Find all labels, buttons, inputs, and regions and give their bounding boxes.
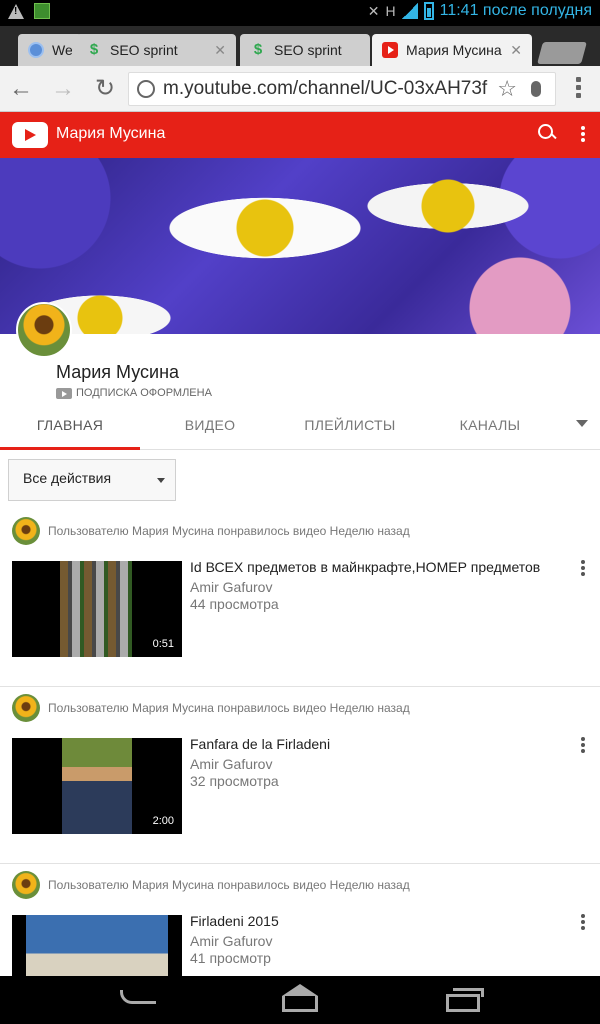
activity-feed: Пользователю Мария Мусина понравилось ви… — [0, 510, 600, 1024]
video-views: 44 просмотра — [190, 596, 279, 612]
tab-title: We — [52, 42, 72, 58]
video-options-icon[interactable] — [580, 560, 586, 580]
forward-arrow-icon[interactable]: → — [50, 76, 76, 102]
clock: 11:41 после полудня — [439, 2, 592, 19]
filter-selected-value: Все действия — [23, 470, 112, 486]
channel-avatar[interactable] — [16, 302, 72, 358]
youtube-header: Мария Мусина — [0, 112, 600, 158]
search-icon[interactable] — [536, 122, 558, 144]
tab-title: SEO sprint — [274, 42, 342, 58]
video-thumbnail[interactable]: 2:00 — [12, 738, 182, 834]
browser-tab-active[interactable]: Мария Мусина ✕ — [372, 34, 532, 66]
video-title[interactable]: Fanfara de la Firladeni — [190, 736, 330, 752]
video-thumbnail[interactable]: 0:51 — [12, 561, 182, 657]
browser-tab[interactable]: $ SEO sprint ✕ — [76, 34, 236, 66]
video-options-icon[interactable] — [580, 737, 586, 757]
signal-icon — [401, 3, 418, 19]
back-arrow-icon[interactable]: ← — [8, 76, 34, 102]
seo-sprint-icon: $ — [89, 41, 99, 58]
activity-text: Пользователю Мария Мусина понравилось ви… — [48, 878, 410, 892]
channel-banner — [0, 158, 600, 334]
subscription-status[interactable]: ПОДПИСКА ОФОРМЛЕНА — [56, 387, 212, 399]
video-channel[interactable]: Amir Gafurov — [190, 579, 272, 595]
tab-playlists[interactable]: ПЛЕЙЛИСТЫ — [280, 402, 420, 450]
feed-item: Пользователю Мария Мусина понравилось ви… — [0, 687, 600, 864]
browser-tab-strip: We $ SEO sprint ✕ $ SEO sprint Мария Мус… — [0, 26, 600, 66]
avatar[interactable] — [12, 871, 40, 899]
channel-name: Мария Мусина — [56, 362, 180, 382]
youtube-logo-icon[interactable] — [12, 122, 48, 148]
video-views: 41 просмотр — [190, 950, 271, 966]
app-notification-icon — [34, 3, 50, 19]
video-title[interactable]: Id ВСЕХ предметов в майнкрафте,НОМЕР пре… — [190, 559, 540, 575]
network-type-label: H — [385, 3, 396, 19]
site-info-icon[interactable] — [137, 80, 155, 98]
browser-tab[interactable]: $ SEO sprint — [240, 34, 370, 66]
home-icon[interactable] — [282, 984, 318, 1012]
url-text[interactable]: m.youtube.com/channel/UC-03xAH73f — [163, 78, 491, 100]
youtube-icon — [382, 42, 398, 58]
video-options-icon[interactable] — [580, 914, 586, 934]
close-icon[interactable]: ✕ — [214, 42, 226, 59]
feed-item: Пользователю Мария Мусина понравилось ви… — [0, 510, 600, 687]
video-duration: 2:00 — [152, 815, 174, 827]
avatar[interactable] — [12, 517, 40, 545]
tab-home[interactable]: ГЛАВНАЯ — [0, 402, 140, 450]
video-channel[interactable]: Amir Gafurov — [190, 756, 272, 772]
tab-channels[interactable]: КАНАЛЫ — [420, 402, 560, 450]
mute-icon: ✕ — [367, 2, 380, 19]
more-vert-icon[interactable] — [580, 126, 586, 146]
avatar[interactable] — [12, 694, 40, 722]
close-icon[interactable]: ✕ — [510, 42, 522, 59]
tab-title: Мария Мусина — [406, 42, 502, 58]
microphone-icon[interactable] — [531, 81, 541, 97]
tab-title: SEO sprint — [110, 42, 178, 58]
browser-tab[interactable]: We — [18, 34, 82, 66]
address-bar[interactable]: m.youtube.com/channel/UC-03xAH73f ☆ — [128, 72, 556, 106]
subscribed-icon — [56, 387, 72, 399]
tab-videos[interactable]: ВИДЕО — [140, 402, 280, 450]
bookmark-star-icon[interactable]: ☆ — [497, 76, 517, 102]
status-bar: ✕ H 11:41 после полудня — [0, 0, 600, 26]
back-icon[interactable] — [120, 990, 156, 1004]
warning-icon — [8, 3, 24, 19]
video-title[interactable]: Firladeni 2015 — [190, 913, 279, 929]
header-channel-title: Мария Мусина — [56, 125, 166, 142]
video-duration: 0:51 — [152, 638, 174, 650]
video-channel[interactable]: Amir Gafurov — [190, 933, 272, 949]
browser-menu-icon[interactable] — [572, 77, 584, 101]
activity-line: Пользователю Мария Мусина понравилось ви… — [12, 694, 410, 722]
subscription-label: ПОДПИСКА ОФОРМЛЕНА — [76, 387, 212, 399]
video-views: 32 просмотра — [190, 773, 279, 789]
thumbnail-image — [60, 561, 132, 657]
browser-toolbar: ← → ↻ m.youtube.com/channel/UC-03xAH73f … — [0, 66, 600, 112]
activity-line: Пользователю Мария Мусина понравилось ви… — [12, 871, 410, 899]
battery-icon — [423, 2, 434, 20]
seo-sprint-icon: $ — [253, 41, 263, 58]
activity-text: Пользователю Мария Мусина понравилось ви… — [48, 701, 410, 715]
thumbnail-image — [62, 738, 132, 834]
new-tab-button[interactable] — [537, 42, 587, 64]
reload-icon[interactable]: ↻ — [92, 76, 118, 102]
recent-apps-icon[interactable] — [446, 988, 484, 1012]
system-nav-bar — [0, 976, 600, 1024]
activity-line: Пользователю Мария Мусина понравилось ви… — [12, 517, 410, 545]
activity-text: Пользователю Мария Мусина понравилось ви… — [48, 524, 410, 538]
chevron-down-icon[interactable] — [576, 420, 588, 427]
channel-tabs: ГЛАВНАЯ ВИДЕО ПЛЕЙЛИСТЫ КАНАЛЫ — [0, 402, 600, 450]
globe-icon — [28, 42, 44, 58]
activity-filter-dropdown[interactable]: Все действия — [8, 459, 176, 501]
dropdown-caret-icon — [157, 478, 165, 483]
